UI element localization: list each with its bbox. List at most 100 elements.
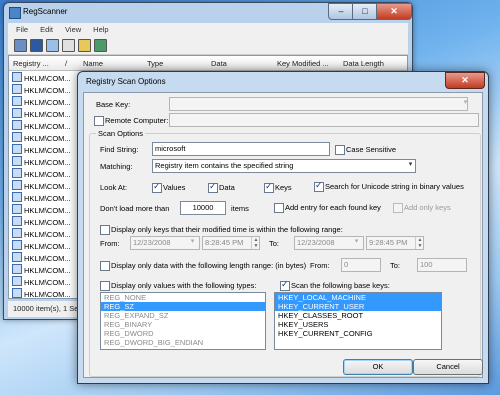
table-row[interactable]: HKLM\COM... [12,180,71,192]
col-registry[interactable]: Registry ... [13,59,49,68]
exit-icon[interactable] [94,39,107,52]
from-date-dropdown-icon[interactable]: ▾ [188,237,197,246]
modified-range-checkbox[interactable] [100,225,110,235]
to-label: To: [269,239,280,248]
from-time-spinner[interactable]: ▲ ▼ [251,237,260,249]
list-item[interactable]: REG_DWORD [101,329,265,338]
col-type[interactable]: Type [147,59,163,68]
length-range-checkbox[interactable] [100,261,110,271]
list-item[interactable]: REG_BINARY [101,320,265,329]
length-to-label: To: [390,261,401,270]
list-item[interactable]: HKEY_CLASSES_ROOT [275,311,441,320]
look-values-checkbox[interactable] [152,181,162,193]
max-items-input[interactable]: 10000 [180,201,226,215]
maximize-button[interactable]: □ [352,3,378,20]
table-row[interactable]: HKLM\COM... [12,252,71,264]
properties-icon[interactable] [46,39,59,52]
row-registry-path: HKLM\COM... [24,146,71,155]
value-types-list[interactable]: REG_NONE REG_SZ REG_EXPAND_SZ REG_BINARY… [100,292,266,350]
row-registry-path: HKLM\COM... [24,158,71,167]
table-row[interactable]: HKLM\COM... [12,144,71,156]
base-key-combo[interactable] [169,97,468,111]
row-registry-path: HKLM\COM... [24,98,71,107]
list-item[interactable]: REG_SZ [101,302,265,311]
length-from-input[interactable]: 0 [341,258,381,272]
list-item[interactable]: REG_EXPAND_SZ [101,311,265,320]
base-keys-list[interactable]: HKEY_LOCAL_MACHINE HKEY_CURRENT_USER HKE… [274,292,442,350]
row-registry-path: HKLM\COM... [24,206,71,215]
table-row[interactable]: HKLM\COM... [12,240,71,252]
list-header: Registry ... / Name Type Data Key Modifi… [9,56,407,71]
base-key-dropdown-icon[interactable]: ▾ [461,98,470,107]
menu-view[interactable]: View [65,25,81,34]
table-row[interactable]: HKLM\COM... [12,276,71,288]
row-registry-path: HKLM\COM... [24,290,71,299]
types-checkbox[interactable] [100,281,110,291]
remote-computer-checkbox[interactable] [94,116,104,126]
col-key-modified[interactable]: Key Modified ... [277,59,329,68]
table-row[interactable]: HKLM\COM... [12,120,71,132]
registry-key-icon [12,228,22,238]
menu-edit[interactable]: Edit [40,25,53,34]
find-icon[interactable] [78,39,91,52]
ok-button[interactable]: OK [343,359,413,375]
list-item[interactable]: HKEY_USERS [275,320,441,329]
table-row[interactable]: HKLM\COM... [12,264,71,276]
table-row[interactable]: HKLM\COM... [12,132,71,144]
list-item[interactable]: HKEY_CURRENT_USER [275,302,441,311]
title-bar[interactable]: RegScanner – □ ✕ [4,3,412,21]
row-registry-path: HKLM\COM... [24,170,71,179]
registry-key-icon [12,288,22,298]
menu-help[interactable]: Help [93,25,108,34]
scan-icon[interactable] [14,39,27,52]
find-string-input[interactable]: microsoft [152,142,330,156]
table-row[interactable]: HKLM\COM... [12,108,71,120]
table-row[interactable]: HKLM\COM... [12,216,71,228]
col-sort[interactable]: / [65,59,67,68]
row-registry-path: HKLM\COM... [24,86,71,95]
registry-key-icon [12,72,22,82]
base-keys-checkbox[interactable] [280,279,290,291]
to-date-dropdown-icon[interactable]: ▾ [352,237,361,246]
list-item[interactable]: REG_DWORD_BIG_ENDIAN [101,338,265,347]
table-row[interactable]: HKLM\COM... [12,156,71,168]
close-button[interactable]: ✕ [376,3,412,20]
table-row[interactable]: HKLM\COM... [12,84,71,96]
table-row[interactable]: HKLM\COM... [12,204,71,216]
add-entry-checkbox[interactable] [274,203,284,213]
cancel-button[interactable]: Cancel [413,359,483,375]
row-registry-path: HKLM\COM... [24,194,71,203]
copy-icon[interactable] [62,39,75,52]
save-icon[interactable] [30,39,43,52]
look-data-checkbox[interactable] [208,181,218,193]
length-to-input[interactable]: 100 [417,258,467,272]
dialog-close-button[interactable]: ✕ [445,72,485,89]
col-data[interactable]: Data [211,59,227,68]
table-row[interactable]: HKLM\COM... [12,288,71,299]
list-item[interactable]: REG_NONE [101,293,265,302]
minimize-button[interactable]: – [328,3,354,20]
row-registry-path: HKLM\COM... [24,110,71,119]
table-row[interactable]: HKLM\COM... [12,192,71,204]
unicode-search-checkbox[interactable] [314,180,324,192]
col-name[interactable]: Name [83,59,103,68]
list-item[interactable]: HKEY_LOCAL_MACHINE [275,293,441,302]
table-row[interactable]: HKLM\COM... [12,228,71,240]
row-registry-path: HKLM\COM... [24,182,71,191]
look-keys-checkbox[interactable] [264,181,274,193]
table-row[interactable]: HKLM\COM... [12,72,71,84]
table-row[interactable]: HKLM\COM... [12,168,71,180]
list-item[interactable]: HKEY_CURRENT_CONFIG [275,329,441,338]
registry-key-icon [12,252,22,262]
matching-dropdown-icon[interactable]: ▾ [406,160,415,169]
menu-file[interactable]: File [16,25,28,34]
matching-select[interactable]: Registry item contains the specified str… [152,159,416,173]
add-only-keys-checkbox[interactable] [393,203,403,213]
to-time-spinner[interactable]: ▲ ▼ [415,237,424,249]
row-registry-path: HKLM\COM... [24,266,71,275]
case-sensitive-checkbox[interactable] [335,145,345,155]
dialog-body: Base Key: ▾ Remote Computer: Scan Option… [83,92,483,378]
remote-computer-field[interactable] [169,113,479,127]
col-data-length[interactable]: Data Length [343,59,384,68]
table-row[interactable]: HKLM\COM... [12,96,71,108]
